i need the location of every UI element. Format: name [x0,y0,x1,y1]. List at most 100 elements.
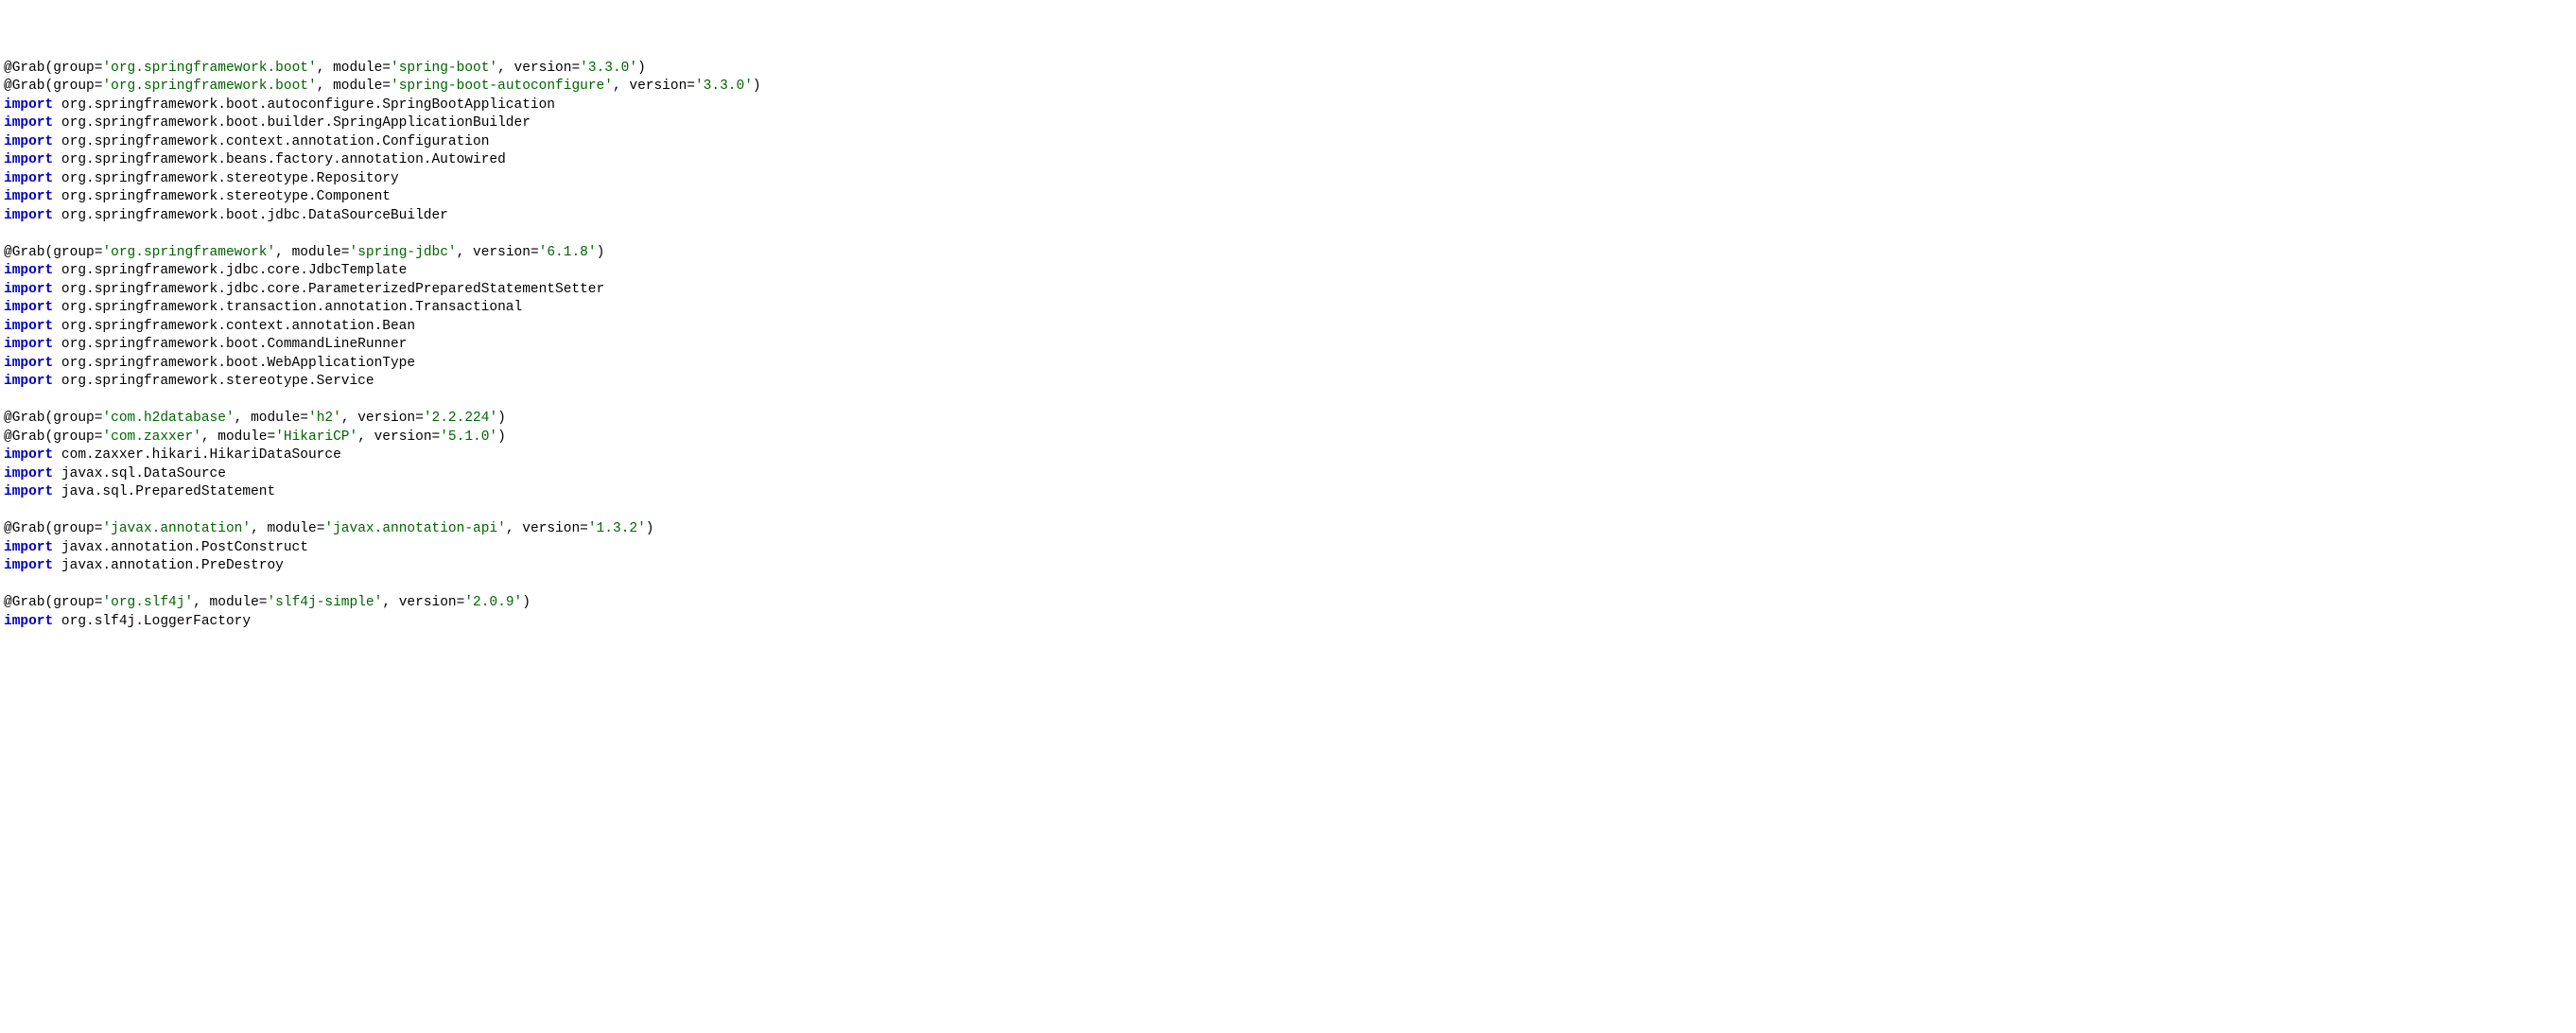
code-line: import javax.annotation.PreDestroy [4,557,2572,576]
code-token: @Grab [4,595,45,610]
code-line: import java.sql.PreparedStatement [4,483,2572,502]
code-token: '2.0.9' [464,595,522,610]
code-line: import org.springframework.stereotype.Re… [4,170,2572,189]
code-token: ) [637,61,646,76]
code-token: @Grab [4,79,45,94]
code-line: import org.springframework.stereotype.Co… [4,188,2572,207]
code-token: org.springframework.jdbc.core.Parameteri… [53,282,604,297]
code-token: org.springframework.boot.autoconfigure.S… [53,97,555,113]
code-token: (group= [45,245,103,260]
code-token: import [4,466,53,481]
code-token: , module= [317,79,391,94]
code-token: javax.sql.DataSource [53,466,226,481]
code-token: 'org.springframework' [102,245,275,260]
code-line: @Grab(group='com.h2database', module='h2… [4,410,2572,429]
code-token: 'com.zaxxer' [102,429,200,445]
code-token: org.springframework.boot.CommandLineRunn… [53,337,407,352]
code-token: import [4,115,53,131]
code-token: 'slf4j-simple' [267,595,382,610]
code-token: ) [497,429,506,445]
code-line: @Grab(group='org.springframework.boot', … [4,78,2572,96]
code-line: import org.springframework.boot.CommandL… [4,336,2572,355]
code-line: import javax.sql.DataSource [4,465,2572,484]
code-token: import [4,282,53,297]
code-line [4,576,2572,595]
code-token: import [4,152,53,167]
code-token: '3.3.0' [695,79,753,94]
code-token: 'com.h2database' [102,411,234,426]
code-token: javax.annotation.PostConstruct [53,540,308,555]
code-token: , module= [275,245,349,260]
code-line: @Grab(group='javax.annotation', module='… [4,520,2572,539]
code-line: import org.springframework.jdbc.core.Jdb… [4,262,2572,281]
code-token: import [4,97,53,113]
code-token: , version= [497,61,580,76]
code-token: @Grab [4,411,45,426]
code-token: , version= [341,411,424,426]
code-token: ) [522,595,531,610]
code-token: '5.1.0' [440,429,497,445]
code-token: , version= [613,79,695,94]
code-line: import org.springframework.jdbc.core.Par… [4,281,2572,300]
code-token: import [4,171,53,186]
code-token: import [4,300,53,315]
code-token: , version= [357,429,440,445]
code-token: @Grab [4,61,45,76]
code-token: 'spring-jdbc' [350,245,457,260]
code-token: org.springframework.stereotype.Repositor… [53,171,398,186]
code-token: 'h2' [308,411,341,426]
code-line [4,392,2572,411]
code-line: import org.springframework.boot.WebAppli… [4,355,2572,374]
code-token: , module= [201,429,275,445]
code-line: import javax.annotation.PostConstruct [4,539,2572,558]
code-line [4,502,2572,521]
code-token: , module= [317,61,391,76]
code-token: (group= [45,521,103,536]
code-token: org.springframework.stereotype.Service [53,374,374,389]
code-token: import [4,263,53,278]
code-line: @Grab(group='com.zaxxer', module='Hikari… [4,429,2572,447]
code-token: org.springframework.boot.jdbc.DataSource… [53,208,448,223]
code-token: '1.3.2' [588,521,646,536]
code-token: (group= [45,79,103,94]
code-token: (group= [45,61,103,76]
code-token: , module= [251,521,324,536]
code-token: import [4,208,53,223]
code-token: 'javax.annotation' [102,521,251,536]
code-token: org.springframework.boot.WebApplicationT… [53,356,415,371]
code-token: import [4,484,53,499]
code-token: 'spring-boot-autoconfigure' [391,79,613,94]
code-line: @Grab(group='org.springframework', modul… [4,244,2572,263]
code-line: import org.springframework.context.annot… [4,133,2572,152]
code-token: 'org.slf4j' [102,595,193,610]
code-token: import [4,614,53,629]
code-token: import [4,319,53,334]
code-line: import com.zaxxer.hikari.HikariDataSourc… [4,446,2572,465]
code-token: org.springframework.context.annotation.C… [53,134,489,149]
code-line: import org.springframework.transaction.a… [4,299,2572,318]
code-token: import [4,374,53,389]
code-token: , module= [193,595,267,610]
code-token: , version= [506,521,588,536]
code-token: import [4,558,53,573]
code-token: (group= [45,411,103,426]
code-token: @Grab [4,429,45,445]
code-line: import org.springframework.stereotype.Se… [4,373,2572,392]
code-token: import [4,189,53,204]
code-token: , version= [382,595,464,610]
code-line: import org.springframework.beans.factory… [4,151,2572,170]
code-line: import org.slf4j.LoggerFactory [4,613,2572,632]
code-token: 'javax.annotation-api' [324,521,505,536]
code-token: '2.2.224' [424,411,497,426]
code-token: '6.1.8' [539,245,597,260]
code-token: @Grab [4,245,45,260]
code-token: (group= [45,429,103,445]
code-token: ) [753,79,761,94]
code-token: import [4,134,53,149]
code-token: javax.annotation.PreDestroy [53,558,284,573]
code-token: ) [646,521,654,536]
code-token: 'HikariCP' [275,429,357,445]
code-line: @Grab(group='org.slf4j', module='slf4j-s… [4,594,2572,613]
code-token: import [4,356,53,371]
code-token: org.springframework.transaction.annotati… [53,300,522,315]
